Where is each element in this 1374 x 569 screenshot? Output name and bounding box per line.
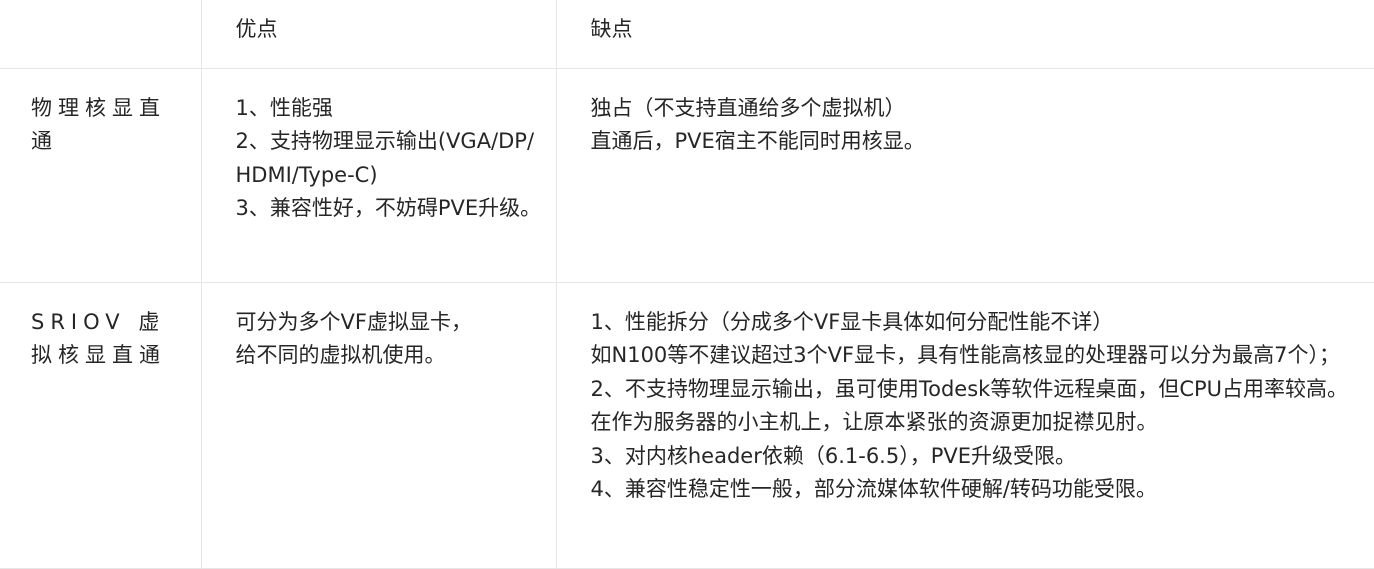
- pros-line: 3、兼容性好，不妨碍PVE升级。: [235, 196, 542, 220]
- cons-line: 3、对内核header依赖（6.1-6.5），PVE升级受限。: [590, 443, 1077, 468]
- cons-line: 独占（不支持直通给多个虚拟机）: [590, 95, 906, 120]
- pros-cell: 1、性能强 2、支持物理显示输出(VGA/DP/HDMI/Type-C) 3、兼…: [201, 68, 557, 283]
- pros-cell: 可分为多个VF虚拟显卡， 给不同的虚拟机使用。: [201, 282, 557, 569]
- cons-line: 1、性能拆分（分成多个VF显卡具体如何分配性能不详）: [590, 309, 1114, 334]
- header-cell-feature: [0, 0, 202, 69]
- table-header-row: 优点 缺点: [0, 0, 1374, 69]
- table-row: SRIOV 虚 拟核显直通 可分为多个VF虚拟显卡， 给不同的虚拟机使用。 1、…: [0, 282, 1374, 569]
- pros-line: 可分为多个VF虚拟显卡，: [235, 309, 472, 334]
- pros-line: 2、支持物理显示输出(VGA/DP/HDMI/Type-C): [235, 129, 535, 187]
- cons-cell: 1、性能拆分（分成多个VF显卡具体如何分配性能不详） 如N100等不建议超过3个…: [556, 282, 1374, 569]
- header-cell-pros: 优点: [201, 0, 557, 69]
- feature-cell: 物理核显直通: [0, 68, 202, 283]
- header-cell-cons: 缺点: [556, 0, 1374, 69]
- pros-line: 1、性能强: [235, 95, 333, 120]
- cons-cell: 独占（不支持直通给多个虚拟机） 直通后，PVE宿主不能同时用核显。: [556, 68, 1374, 283]
- cons-line: 2、不支持物理显示输出，虽可使用Todesk等软件远程桌面，但CPU占用率较高。…: [590, 376, 1349, 435]
- table-row: 物理核显直通 1、性能强 2、支持物理显示输出(VGA/DP/HDMI/Type…: [0, 68, 1374, 283]
- cons-line: 直通后，PVE宿主不能同时用核显。: [590, 129, 925, 153]
- feature-cell: SRIOV 虚 拟核显直通: [0, 282, 202, 569]
- comparison-table: 优点 缺点 物理核显直通 1、性能强 2、支持物理显示输出(VGA/DP/HDM…: [0, 0, 1374, 569]
- cons-line: 如N100等不建议超过3个VF显卡，具有性能高核显的处理器可以分为最高7个）；: [590, 343, 1340, 367]
- cons-line: 4、兼容性稳定性一般，部分流媒体软件硬解/转码功能受限。: [590, 477, 1157, 501]
- pros-line: 给不同的虚拟机使用。: [235, 343, 446, 367]
